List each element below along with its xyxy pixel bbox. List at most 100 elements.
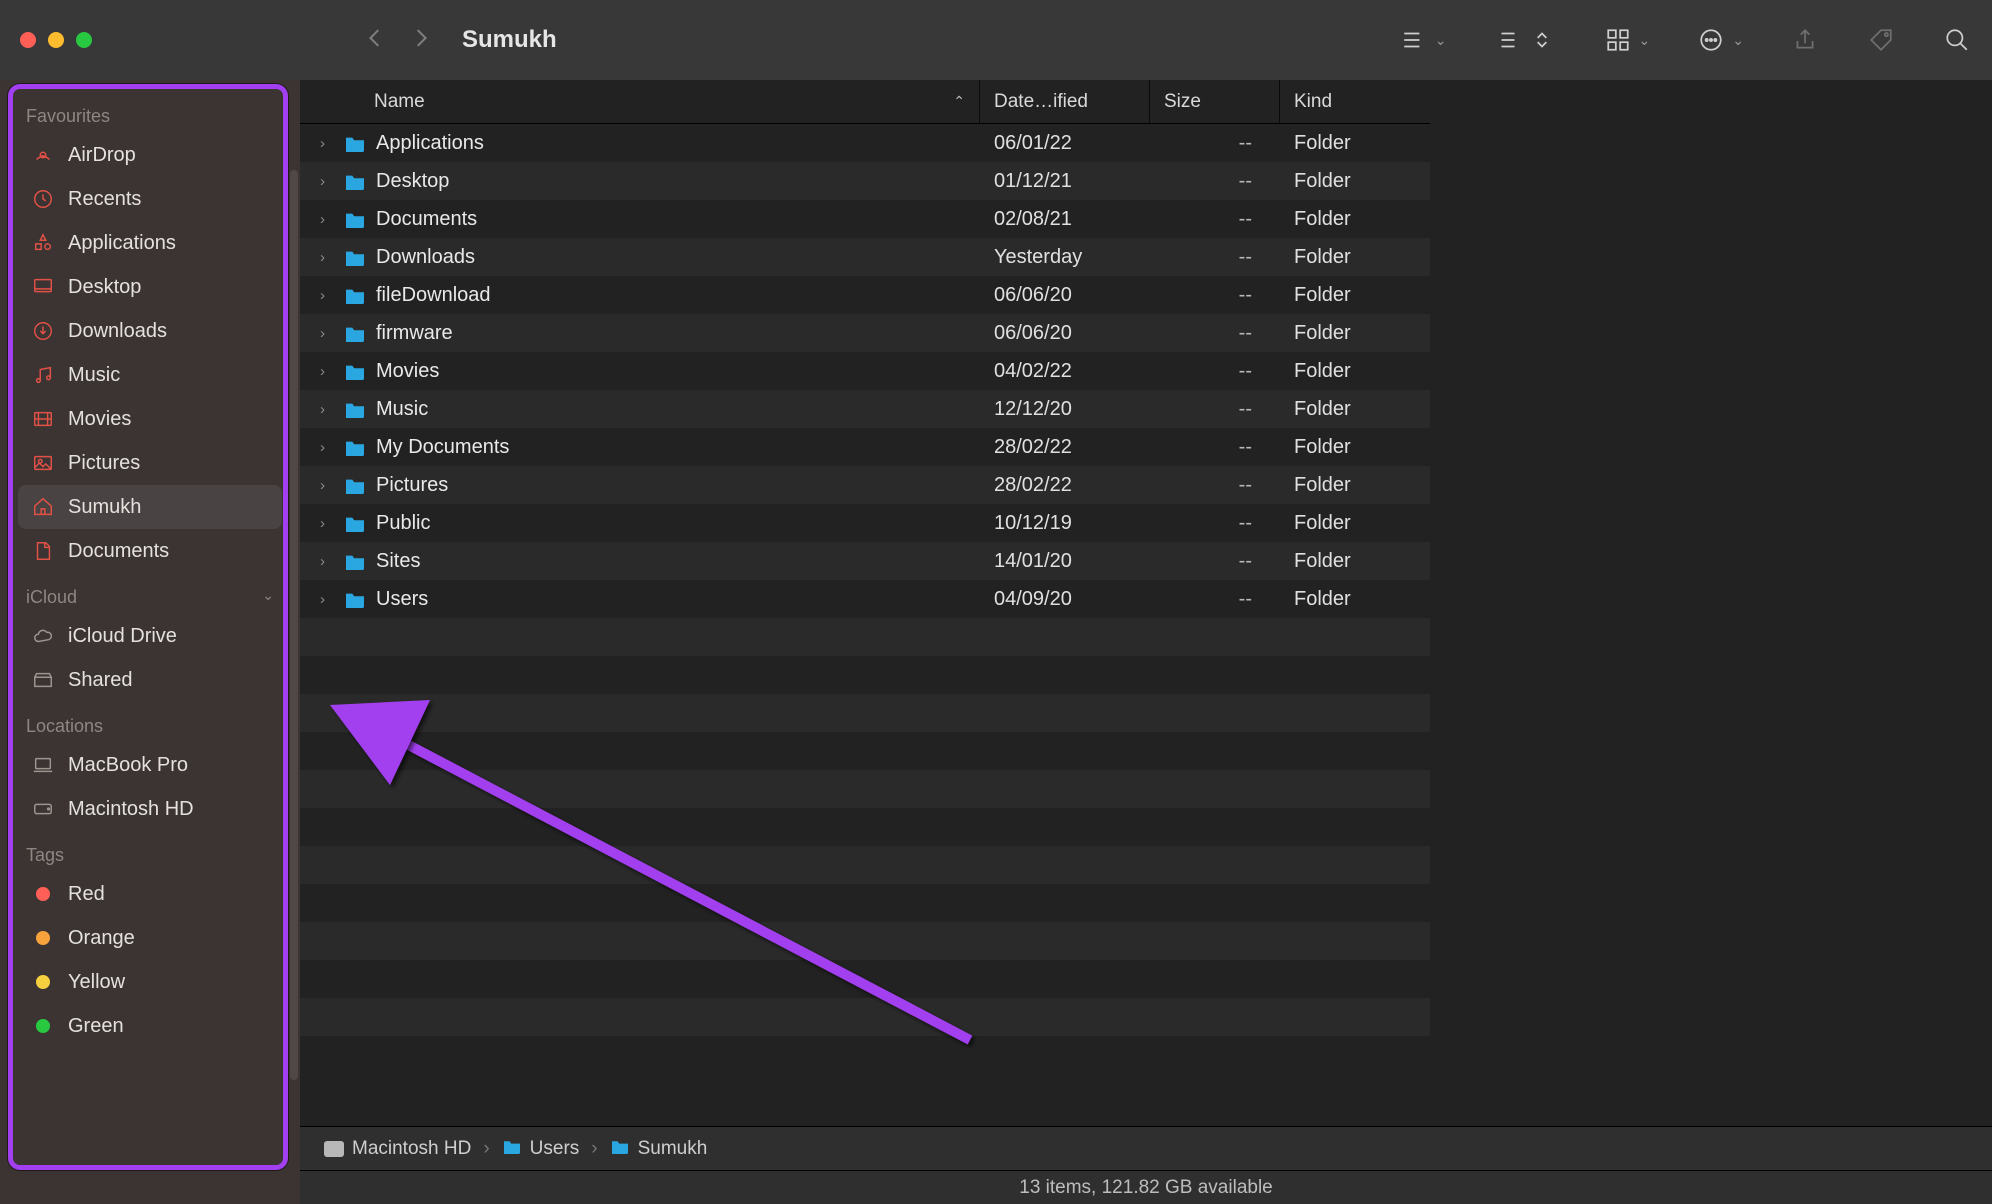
sidebar-item[interactable]: MacBook Pro (18, 743, 282, 787)
file-row[interactable]: ›Music12/12/20--Folder (300, 390, 1430, 428)
disclosure-triangle-icon[interactable]: › (320, 363, 334, 380)
share-button[interactable] (1790, 27, 1820, 53)
sidebar-item-label: Shared (68, 669, 133, 692)
file-row[interactable]: ›Users04/09/20--Folder (300, 580, 1430, 618)
empty-row (300, 884, 1430, 922)
path-bar: Macintosh HD›Users›Sumukh (300, 1126, 1992, 1170)
disclosure-triangle-icon[interactable]: › (320, 249, 334, 266)
disclosure-triangle-icon[interactable]: › (320, 135, 334, 152)
sidebar-item[interactable]: Recents (18, 177, 282, 221)
path-segment[interactable]: Sumukh (610, 1138, 708, 1160)
sidebar-item[interactable]: Documents (18, 529, 282, 573)
sidebar-item[interactable]: Movies (18, 397, 282, 441)
sidebar-item[interactable]: Green (18, 1004, 282, 1048)
file-row[interactable]: ›Public10/12/19--Folder (300, 504, 1430, 542)
tags-button[interactable] (1866, 27, 1896, 53)
file-row[interactable]: ›Sites14/01/20--Folder (300, 542, 1430, 580)
path-segment[interactable]: Users (502, 1138, 580, 1160)
window-controls (20, 32, 92, 48)
view-options-button[interactable] (1493, 27, 1557, 53)
disclosure-triangle-icon[interactable]: › (320, 287, 334, 304)
sidebar-item[interactable]: Yellow (18, 960, 282, 1004)
empty-row (300, 656, 1430, 694)
sidebar-item[interactable]: AirDrop (18, 133, 282, 177)
file-size: -- (1150, 360, 1280, 383)
sidebar-scrollbar[interactable] (290, 170, 298, 1080)
forward-button[interactable] (398, 24, 444, 56)
back-button[interactable] (352, 24, 398, 56)
group-by-button[interactable]: ⌄ (1399, 27, 1447, 53)
sidebar-item[interactable]: Desktop (18, 265, 282, 309)
folder-icon (344, 324, 366, 342)
folder-icon (344, 362, 366, 380)
column-header-size[interactable]: Size (1150, 80, 1280, 123)
file-row[interactable]: ›Documents02/08/21--Folder (300, 200, 1430, 238)
sidebar-item[interactable]: Downloads (18, 309, 282, 353)
column-header-date[interactable]: Date…ified (980, 80, 1150, 123)
file-row[interactable]: ›Pictures28/02/22--Folder (300, 466, 1430, 504)
file-kind: Folder (1280, 474, 1430, 497)
column-header-name[interactable]: Name⌃ (300, 80, 980, 123)
folder-icon (344, 172, 366, 190)
file-row[interactable]: ›Desktop01/12/21--Folder (300, 162, 1430, 200)
sidebar-item[interactable]: Sumukh (18, 485, 282, 529)
file-list: Name⌃ Date…ified Size Kind › Applications… (300, 80, 1430, 1126)
empty-row (300, 732, 1430, 770)
sidebar-item[interactable]: iCloud Drive (18, 614, 282, 658)
file-name: Applications (376, 132, 484, 155)
sidebar-item[interactable]: Macintosh HD (18, 787, 282, 831)
file-size: -- (1150, 246, 1280, 269)
disclosure-triangle-icon[interactable]: › (320, 325, 334, 342)
search-button[interactable] (1942, 27, 1972, 53)
sidebar-item[interactable]: Music (18, 353, 282, 397)
pictures-icon (32, 452, 54, 474)
file-row[interactable]: ›My Documents28/02/22--Folder (300, 428, 1430, 466)
tag-color-icon (32, 927, 54, 949)
icon-view-button[interactable]: ⌄ (1603, 27, 1651, 53)
empty-row (300, 618, 1430, 656)
disclosure-triangle-icon[interactable]: › (320, 515, 334, 532)
file-size: -- (1150, 474, 1280, 497)
sidebar-item-label: Pictures (68, 452, 140, 475)
zoom-window-button[interactable] (76, 32, 92, 48)
minimize-window-button[interactable] (48, 32, 64, 48)
disclosure-triangle-icon[interactable]: › (320, 211, 334, 228)
disclosure-triangle-icon[interactable]: › (320, 477, 334, 494)
folder-icon (344, 210, 366, 228)
chevron-down-icon: ⌄ (262, 587, 274, 604)
file-row[interactable]: ›fileDownload06/06/20--Folder (300, 276, 1430, 314)
sidebar-item[interactable]: Applications (18, 221, 282, 265)
disclosure-triangle-icon[interactable]: › (320, 553, 334, 570)
sidebar-section-header[interactable]: Locations (26, 716, 282, 737)
file-date: 28/02/22 (980, 436, 1150, 459)
sidebar-item[interactable]: Shared (18, 658, 282, 702)
file-date: 06/06/20 (980, 322, 1150, 345)
sidebar-section-header[interactable]: iCloud⌄ (26, 587, 282, 608)
status-bar: 13 items, 121.82 GB available (300, 1170, 1992, 1204)
main-panel: Name⌃ Date…ified Size Kind › Applications… (300, 80, 1992, 1204)
file-size: -- (1150, 512, 1280, 535)
sidebar-item[interactable]: Red (18, 872, 282, 916)
file-kind: Folder (1280, 436, 1430, 459)
file-date: 04/09/20 (980, 588, 1150, 611)
column-header-kind[interactable]: Kind (1280, 80, 1430, 123)
path-segment[interactable]: Macintosh HD (324, 1138, 471, 1160)
disclosure-triangle-icon[interactable]: › (320, 439, 334, 456)
laptop-icon (32, 754, 54, 776)
disclosure-triangle-icon[interactable]: › (320, 173, 334, 190)
empty-row (300, 960, 1430, 998)
sidebar-section-header[interactable]: Favourites (26, 106, 282, 127)
file-date: 12/12/20 (980, 398, 1150, 421)
disclosure-triangle-icon[interactable]: › (320, 401, 334, 418)
disclosure-triangle-icon[interactable]: › (320, 591, 334, 608)
file-row[interactable]: ›Applications06/01/22--Folder (300, 124, 1430, 162)
sidebar-item-label: Documents (68, 540, 169, 563)
sidebar-section-header[interactable]: Tags (26, 845, 282, 866)
sidebar-item[interactable]: Pictures (18, 441, 282, 485)
action-menu-button[interactable]: ⌄ (1696, 27, 1744, 53)
close-window-button[interactable] (20, 32, 36, 48)
file-row[interactable]: ›firmware06/06/20--Folder (300, 314, 1430, 352)
sidebar-item[interactable]: Orange (18, 916, 282, 960)
file-row[interactable]: ›DownloadsYesterday--Folder (300, 238, 1430, 276)
file-row[interactable]: ›Movies04/02/22--Folder (300, 352, 1430, 390)
